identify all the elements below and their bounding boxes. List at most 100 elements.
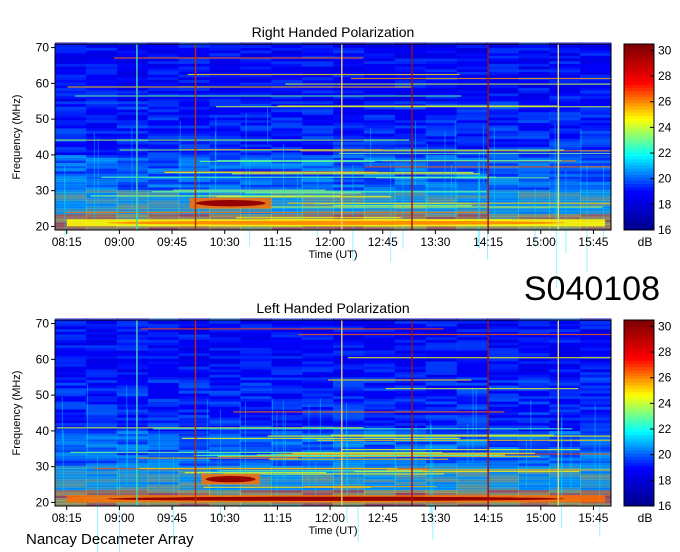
heatmap-cell bbox=[549, 87, 581, 91]
heatmap-cell bbox=[394, 50, 427, 54]
heatmap-cell bbox=[147, 476, 180, 480]
heatmap-cell bbox=[518, 337, 550, 340]
heatmap-cell bbox=[549, 479, 581, 483]
heatmap-cell bbox=[518, 444, 550, 448]
emission-streak bbox=[231, 173, 481, 175]
heatmap-cell bbox=[85, 103, 118, 107]
heatmap-cell bbox=[394, 55, 427, 59]
heatmap-cell bbox=[178, 463, 211, 467]
emission-streak bbox=[64, 178, 66, 237]
heatmap-cell bbox=[487, 382, 519, 386]
heatmap-cell bbox=[518, 122, 550, 126]
colorbar-swatch bbox=[624, 102, 654, 107]
heatmap-cell bbox=[178, 154, 211, 158]
heatmap-cell bbox=[425, 369, 458, 373]
heatmap-cell bbox=[209, 414, 241, 418]
heatmap-cell bbox=[55, 181, 87, 185]
heatmap-cell bbox=[425, 87, 458, 91]
heatmap-cell bbox=[85, 171, 118, 174]
heatmap-cell bbox=[240, 44, 272, 48]
heatmap-cell bbox=[549, 171, 581, 174]
heatmap-cell bbox=[178, 363, 211, 367]
heatmap-cell bbox=[580, 350, 612, 354]
heatmap-cell bbox=[209, 382, 241, 386]
heatmap-cell bbox=[549, 179, 581, 182]
heatmap-cell bbox=[394, 133, 427, 137]
heatmap-cell bbox=[487, 47, 519, 51]
heatmap-cell bbox=[363, 476, 396, 480]
heatmap-cell bbox=[580, 55, 612, 59]
emission-streak bbox=[530, 400, 532, 455]
heatmap-cell bbox=[518, 492, 550, 496]
heatmap-cell bbox=[240, 184, 272, 188]
heatmap-cell bbox=[116, 460, 149, 464]
heatmap-cell bbox=[333, 398, 365, 402]
colorbar-swatch bbox=[624, 357, 654, 361]
heatmap-cell bbox=[549, 476, 581, 480]
heatmap-cell bbox=[302, 90, 334, 94]
heatmap-cell bbox=[240, 390, 272, 394]
heatmap-cell bbox=[178, 181, 211, 185]
heatmap-cell bbox=[363, 417, 396, 421]
heatmap-cell bbox=[487, 326, 519, 330]
heatmap-cell bbox=[549, 114, 581, 118]
heatmap-cell bbox=[240, 98, 272, 102]
heatmap-cell bbox=[240, 345, 272, 348]
heatmap-cell bbox=[240, 363, 272, 367]
heatmap-cell bbox=[55, 77, 87, 81]
heatmap-cell bbox=[456, 363, 489, 367]
heatmap-cell bbox=[240, 420, 272, 424]
colorbar-swatch bbox=[624, 403, 654, 408]
heatmap-cell bbox=[240, 337, 272, 340]
heatmap-cell bbox=[55, 471, 87, 475]
heatmap-cell bbox=[456, 345, 489, 348]
emission-streak bbox=[284, 412, 286, 478]
heatmap-cell bbox=[549, 90, 581, 94]
heatmap-cell bbox=[487, 385, 519, 389]
heatmap-cell bbox=[425, 371, 458, 375]
heatmap-cell bbox=[456, 98, 489, 102]
heatmap-cell bbox=[271, 125, 303, 129]
heatmap-cell bbox=[456, 444, 489, 448]
heatmap-cell bbox=[147, 52, 180, 56]
colorbar-swatch bbox=[624, 168, 654, 172]
heatmap-cell bbox=[209, 154, 241, 158]
heatmap-cell bbox=[209, 363, 241, 367]
heatmap-cell bbox=[240, 366, 272, 370]
heatmap-cell bbox=[116, 361, 149, 365]
heatmap-cell bbox=[271, 489, 303, 493]
colorbar-swatch bbox=[624, 53, 654, 57]
heatmap-cell bbox=[55, 481, 87, 485]
heatmap-cell bbox=[363, 125, 396, 129]
heatmap-cell bbox=[240, 52, 272, 56]
heatmap-cell bbox=[363, 479, 396, 483]
heatmap-cell bbox=[333, 361, 365, 365]
colorbar-tick-label: 24 bbox=[658, 396, 672, 410]
colorbar-swatch bbox=[624, 208, 654, 212]
heatmap-cell bbox=[580, 58, 612, 62]
heatmap-cell bbox=[116, 334, 149, 338]
heatmap-cell bbox=[456, 109, 489, 113]
heatmap-cell bbox=[518, 320, 550, 324]
heatmap-cell bbox=[425, 216, 458, 220]
heatmap-cell bbox=[178, 417, 211, 421]
x-tick-label: 13:30 bbox=[420, 235, 450, 249]
heatmap-cell bbox=[302, 398, 334, 402]
heatmap-cell bbox=[178, 184, 211, 188]
heatmap-cell bbox=[271, 388, 303, 391]
heatmap-cell bbox=[116, 74, 149, 78]
colorbar-swatch bbox=[624, 382, 654, 386]
heatmap-cell bbox=[178, 447, 211, 450]
heatmap-cell bbox=[580, 492, 612, 496]
heatmap-cell bbox=[240, 406, 272, 410]
heatmap-cell bbox=[116, 463, 149, 467]
heatmap-cell bbox=[209, 334, 241, 338]
emission-streak bbox=[347, 357, 611, 359]
heatmap-cell bbox=[363, 398, 396, 402]
heatmap-cell bbox=[456, 484, 489, 488]
heatmap-cell bbox=[147, 369, 180, 373]
heatmap-cell bbox=[363, 117, 396, 121]
heatmap-cell bbox=[549, 52, 581, 56]
heatmap-cell bbox=[487, 187, 519, 191]
heatmap-cell bbox=[456, 350, 489, 354]
